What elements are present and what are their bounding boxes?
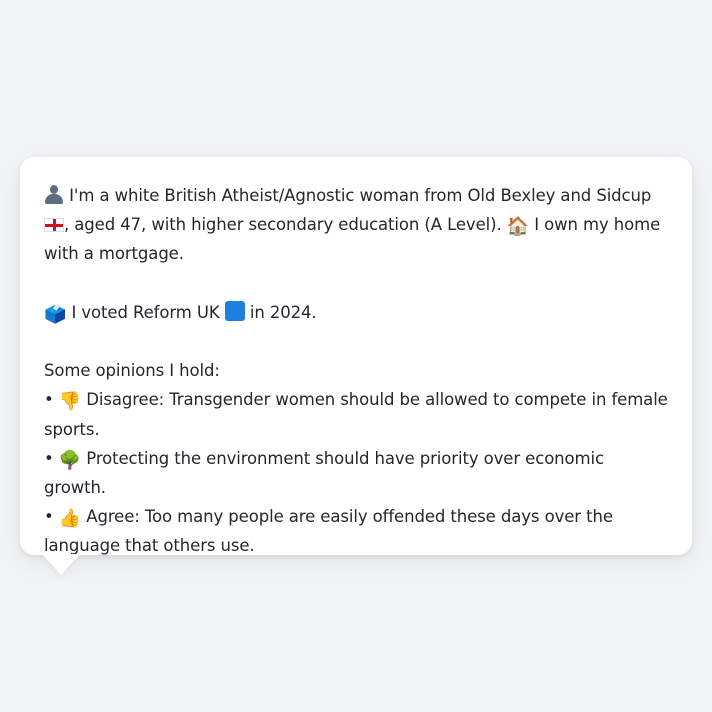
bullet: •	[44, 507, 54, 527]
thumbs-down-icon: 👎	[58, 391, 82, 413]
opinion-text: Disagree: Transgender women should be al…	[44, 390, 668, 439]
bio-text-part-2: , aged 47, with higher secondary educati…	[64, 215, 507, 235]
vote-text-part-1: I voted Reform UK	[66, 302, 225, 322]
vote-text-part-2: in 2024.	[244, 302, 317, 322]
tree-icon: 🌳	[58, 449, 82, 471]
person-icon	[44, 184, 64, 204]
bio-paragraph: I'm a white British Atheist/Agnostic wom…	[44, 181, 668, 269]
opinions-heading: Some opinions I hold:	[44, 361, 220, 381]
bio-text-part-1: I'm a white British Atheist/Agnostic wom…	[64, 186, 652, 205]
persona-text: I'm a white British Atheist/Agnostic wom…	[44, 181, 668, 561]
house-icon: 🏠	[506, 216, 530, 238]
opinion-text: Agree: Too many people are easily offend…	[44, 507, 613, 556]
speech-bubble-tail	[42, 554, 80, 575]
opinion-item: • 👍 Agree: Too many people are easily of…	[44, 502, 668, 560]
bullet: •	[44, 390, 54, 410]
ballot-box-icon: 🗳️	[44, 303, 67, 325]
persona-message-bubble: I'm a white British Atheist/Agnostic wom…	[20, 157, 692, 555]
england-flag-icon	[44, 218, 64, 233]
thumbs-up-icon: 👍	[58, 508, 82, 530]
bullet: •	[44, 448, 54, 468]
blue-square-icon	[224, 300, 245, 321]
opinion-text: Protecting the environment should have p…	[44, 448, 604, 497]
vote-paragraph: 🗳️ I voted Reform UK in 2024.	[44, 298, 668, 327]
opinion-item: • 👎 Disagree: Transgender women should b…	[44, 385, 668, 443]
opinion-item: • 🌳 Protecting the environment should ha…	[44, 444, 668, 502]
